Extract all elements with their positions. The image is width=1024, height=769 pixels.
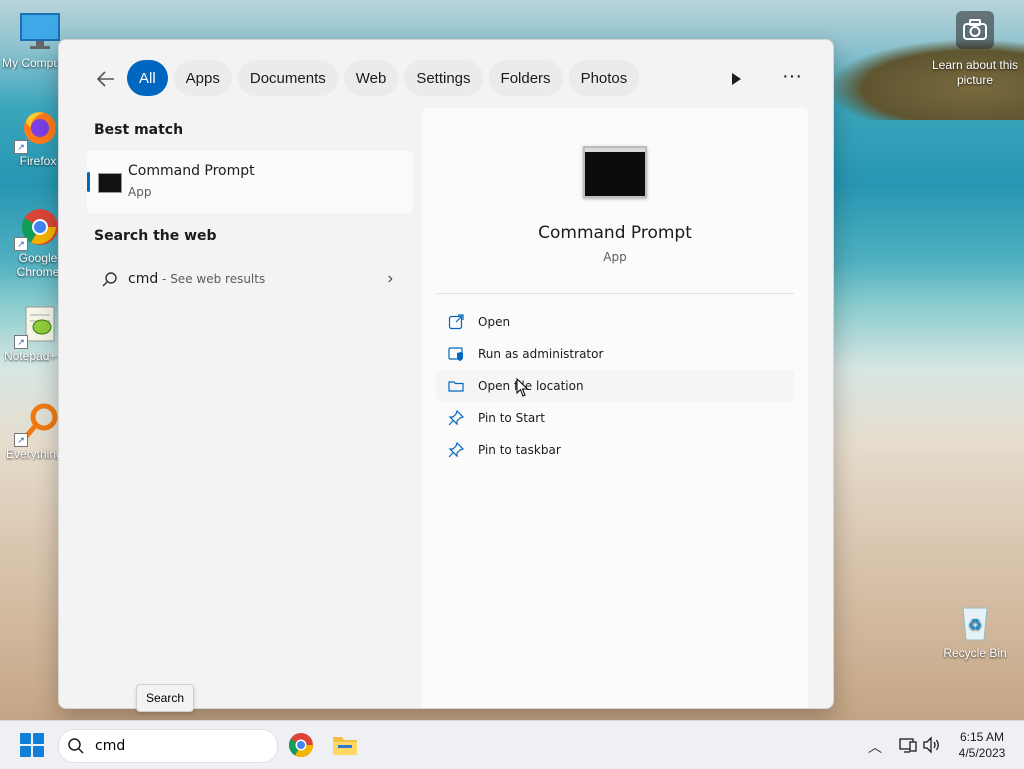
speaker-icon	[923, 736, 939, 754]
search-tooltip: Search	[136, 684, 194, 712]
best-match-heading: Best match	[94, 122, 184, 138]
action-list: Open Run as administrator Open file loca…	[436, 306, 794, 466]
svg-text:♻: ♻	[968, 615, 982, 634]
shield-icon	[448, 347, 463, 361]
shortcut-arrow-icon: ↗	[14, 140, 28, 154]
more-filters-button[interactable]	[727, 70, 745, 88]
action-label: Open	[478, 315, 511, 329]
action-label: Pin to Start	[478, 411, 545, 425]
play-arrow-icon	[732, 73, 741, 85]
action-pin-to-taskbar[interactable]: Pin to taskbar	[436, 434, 794, 466]
web-result-item[interactable]: cmd - See web results ›	[87, 262, 413, 298]
web-query: cmd	[128, 271, 159, 287]
divider	[436, 293, 794, 294]
taskbar-search-box[interactable]: cmd	[58, 729, 278, 763]
firefox-icon: ↗	[14, 108, 60, 154]
pin-icon	[448, 442, 464, 458]
tab-all[interactable]: All	[127, 60, 168, 96]
clock-time: 6:15 AM	[959, 730, 1005, 744]
camera-icon	[963, 19, 987, 40]
pin-icon	[448, 410, 464, 426]
chrome-icon: ↗	[14, 205, 60, 251]
best-match-subtitle: App	[128, 185, 152, 199]
clock-date: 4/5/2023	[958, 746, 1006, 760]
action-label: Open file location	[478, 379, 584, 393]
desktop-icon-label: Recycle Bin	[943, 646, 1007, 660]
camera-button[interactable]	[956, 11, 994, 49]
folder-icon	[333, 737, 357, 755]
tab-apps[interactable]: Apps	[173, 60, 232, 96]
desktop-icon-label: Notepad++	[4, 349, 60, 363]
results-list: Best match Command Prompt App Search the…	[59, 110, 419, 708]
selection-indicator	[87, 172, 90, 192]
filter-tabs: All Apps Documents Web Settings Folders …	[127, 60, 640, 96]
shortcut-arrow-icon: ↗	[14, 433, 28, 447]
chevron-up-icon: ︿	[868, 739, 882, 755]
tab-documents[interactable]: Documents	[237, 60, 338, 96]
learn-about-picture[interactable]: Learn about this picture	[930, 58, 1020, 88]
open-external-icon	[448, 314, 464, 330]
chevron-right-icon: ›	[387, 270, 393, 287]
windows-logo-icon	[20, 733, 31, 744]
chrome-icon	[288, 733, 313, 758]
action-label: Pin to taskbar	[478, 443, 561, 457]
everything-search-icon: ↗	[14, 401, 60, 447]
start-button[interactable]	[20, 733, 44, 757]
notepadpp-icon: ↗	[14, 303, 60, 349]
preview-pane: Command Prompt App Open Run as administr…	[422, 108, 808, 708]
action-label: Run as administrator	[478, 347, 604, 361]
desktop-icon-recycle-bin[interactable]: ♻ Recycle Bin	[935, 600, 1015, 660]
taskbar: cmd ︿ 6:15 AM 4/5/2023	[0, 720, 1024, 769]
tab-settings[interactable]: Settings	[404, 60, 483, 96]
volume-button[interactable]	[922, 735, 942, 755]
action-pin-to-start[interactable]: Pin to Start	[436, 402, 794, 434]
preview-subtitle: App	[603, 250, 627, 264]
filter-bar: All Apps Documents Web Settings Folders …	[59, 60, 833, 98]
clock[interactable]: 6:15 AM 4/5/2023	[948, 729, 1016, 761]
command-prompt-icon	[98, 173, 122, 193]
best-match-title: Command Prompt	[128, 163, 255, 179]
action-run-as-administrator[interactable]: Run as administrator	[436, 338, 794, 370]
desktop-icon-label: Everything	[6, 447, 62, 461]
folder-icon	[448, 381, 464, 392]
preview-title: Command Prompt	[538, 223, 692, 243]
desktop-icon-label: My Computer	[2, 56, 60, 70]
monitor-icon	[18, 10, 62, 54]
command-prompt-large-icon	[583, 146, 647, 198]
search-web-heading: Search the web	[94, 228, 217, 244]
ellipsis-icon: ···	[782, 65, 802, 87]
shortcut-arrow-icon: ↗	[14, 237, 28, 251]
action-open[interactable]: Open	[436, 306, 794, 338]
network-button[interactable]	[898, 735, 918, 755]
web-hint: - See web results	[158, 272, 266, 286]
recycle-bin-icon: ♻	[953, 600, 997, 644]
shortcut-arrow-icon: ↗	[14, 335, 28, 349]
back-arrow-icon	[96, 71, 114, 87]
search-icon	[101, 271, 119, 289]
back-button[interactable]	[95, 68, 117, 90]
mouse-cursor-icon	[516, 378, 529, 397]
taskbar-chrome-button[interactable]	[288, 732, 314, 758]
search-panel: All Apps Documents Web Settings Folders …	[58, 39, 834, 709]
tab-photos[interactable]: Photos	[568, 60, 640, 96]
taskbar-file-explorer-button[interactable]	[332, 733, 358, 757]
best-match-item[interactable]: Command Prompt App	[87, 151, 413, 213]
network-icon	[899, 738, 917, 753]
more-options-button[interactable]: ···	[781, 65, 803, 90]
tab-web[interactable]: Web	[343, 60, 399, 96]
tab-folders[interactable]: Folders	[488, 60, 563, 96]
search-icon	[68, 738, 84, 754]
show-hidden-icons-button[interactable]: ︿	[868, 737, 882, 757]
taskbar-search-input[interactable]: cmd	[95, 738, 125, 754]
action-open-file-location[interactable]: Open file location	[436, 370, 794, 402]
